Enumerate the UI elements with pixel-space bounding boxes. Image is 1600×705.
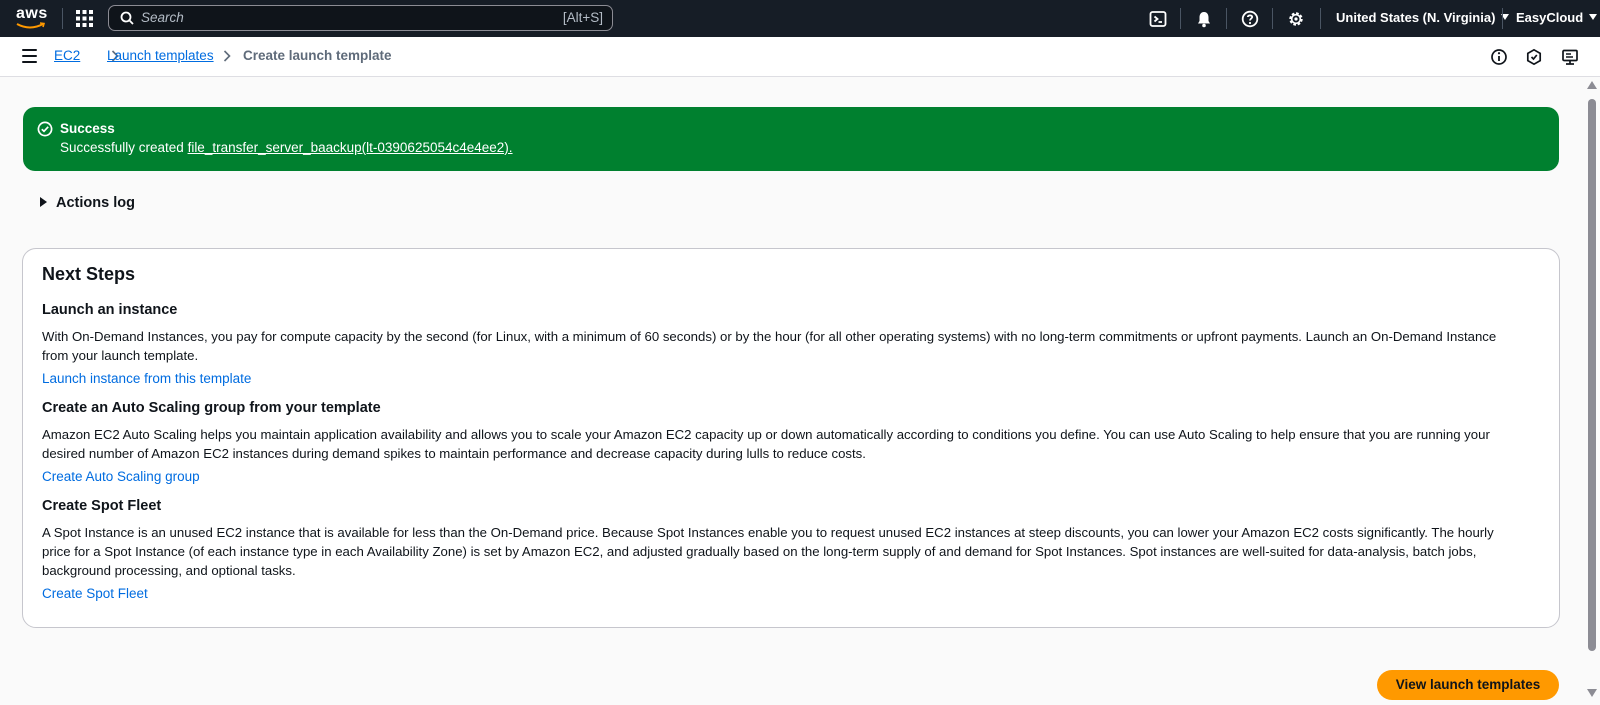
success-flash-banner: Success Successfully created file_transf…: [23, 107, 1559, 171]
menu-icon[interactable]: [22, 49, 37, 63]
chevron-right-icon: [223, 50, 231, 62]
gear-icon[interactable]: [1286, 9, 1306, 29]
search-placeholder: Search: [141, 10, 184, 25]
nav-divider: [1180, 8, 1181, 29]
breadcrumb-current: Create launch template: [243, 48, 392, 63]
scrollbar-thumb[interactable]: [1588, 99, 1596, 651]
help-icon[interactable]: [1240, 9, 1260, 29]
breadcrumb-launch-templates[interactable]: Launch templates: [107, 48, 214, 63]
top-navigation: aws Search [Alt+S] United States (N. Vir…: [0, 0, 1600, 37]
search-input[interactable]: Search [Alt+S]: [108, 5, 613, 31]
breadcrumb-ec2[interactable]: EC2: [54, 48, 80, 63]
flash-title: Success: [60, 121, 115, 136]
breadcrumb-bar: EC2 Launch templates Create launch templ…: [0, 37, 1600, 77]
bell-icon[interactable]: [1194, 9, 1214, 29]
section-title-spot-fleet: Create Spot Fleet: [42, 498, 162, 514]
chevron-down-icon: [1589, 14, 1598, 20]
nav-divider: [1226, 8, 1227, 29]
section-title-launch-instance: Launch an instance: [42, 302, 178, 318]
account-label: EasyCloud: [1516, 10, 1584, 25]
region-label: United States (N. Virginia): [1336, 10, 1496, 25]
scroll-down-arrow-icon[interactable]: [1587, 689, 1597, 697]
section-title-auto-scaling: Create an Auto Scaling group from your t…: [42, 400, 381, 416]
aws-smile-icon: [16, 22, 46, 29]
view-launch-templates-button[interactable]: View launch templates: [1377, 670, 1559, 700]
account-menu[interactable]: EasyCloud: [1516, 10, 1598, 25]
next-steps-title: Next Steps: [42, 264, 136, 284]
launch-instance-link[interactable]: Launch instance from this template: [42, 371, 251, 386]
apps-grid-icon[interactable]: [76, 10, 93, 27]
flash-message-text: Successfully created: [60, 140, 188, 155]
search-shortcut: [Alt+S]: [562, 10, 603, 25]
nav-divider: [62, 8, 63, 29]
actions-log-toggle[interactable]: Actions log: [40, 195, 135, 211]
nav-divider: [1272, 8, 1273, 29]
cloudshell-icon[interactable]: [1148, 9, 1168, 29]
section-text-spot-fleet: A Spot Instance is an unused EC2 instanc…: [42, 525, 1494, 578]
region-selector[interactable]: United States (N. Virginia): [1336, 10, 1510, 25]
flash-message: Successfully created file_transfer_serve…: [60, 140, 513, 155]
info-icon[interactable]: [1490, 48, 1508, 66]
actions-log-label: Actions log: [56, 195, 135, 211]
nav-divider: [1502, 8, 1503, 29]
create-auto-scaling-group-link[interactable]: Create Auto Scaling group: [42, 469, 200, 484]
caret-right-icon: [40, 197, 47, 207]
aws-logo[interactable]: aws: [14, 5, 50, 32]
scroll-up-arrow-icon[interactable]: [1587, 81, 1597, 89]
feedback-icon[interactable]: [1525, 48, 1543, 66]
page-scrollbar[interactable]: [1584, 77, 1600, 705]
section-text-auto-scaling: Amazon EC2 Auto Scaling helps you mainta…: [42, 427, 1490, 461]
nav-divider: [1320, 8, 1321, 29]
notifications-panel-icon[interactable]: [1561, 48, 1579, 66]
aws-logo-text: aws: [16, 5, 48, 22]
check-circle-icon: [37, 121, 53, 137]
create-spot-fleet-link[interactable]: Create Spot Fleet: [42, 586, 148, 601]
next-steps-card: Next Steps Launch an instance With On-De…: [22, 248, 1560, 628]
launch-template-link[interactable]: file_transfer_server_baackup(lt-03906250…: [188, 140, 513, 155]
section-text-launch-instance: With On-Demand Instances, you pay for co…: [42, 329, 1497, 363]
search-icon: [120, 11, 134, 25]
